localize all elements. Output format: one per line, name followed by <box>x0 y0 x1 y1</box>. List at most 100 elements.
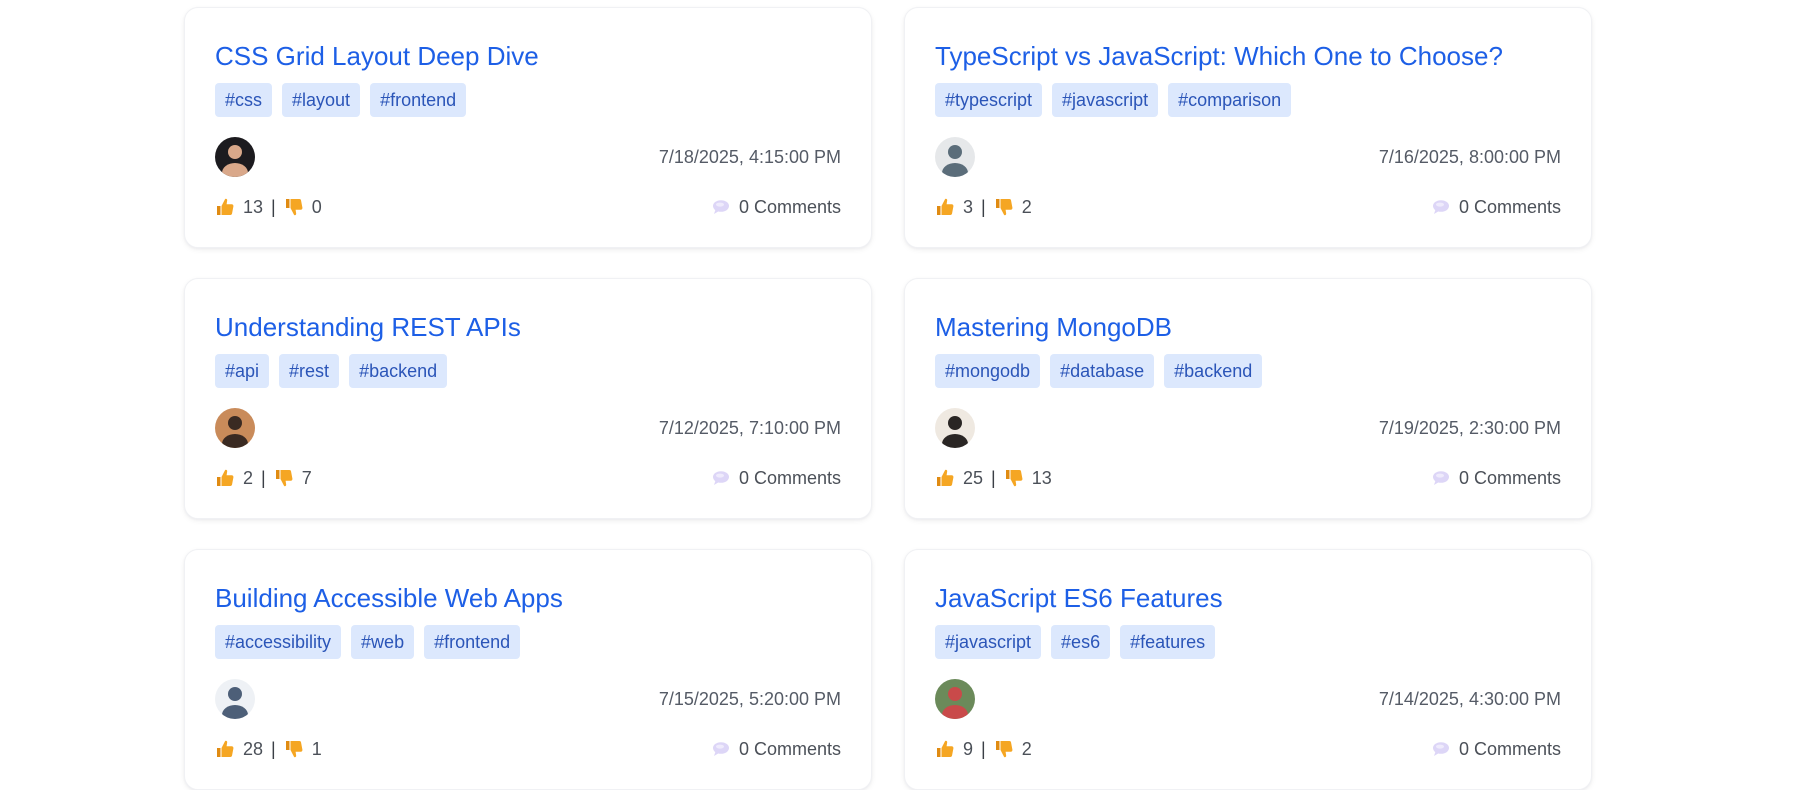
post-date: 7/16/2025, 8:00:00 PM <box>1378 146 1561 167</box>
tag[interactable]: #javascript <box>935 625 1042 659</box>
vote-separator: | <box>261 467 266 488</box>
author-avatar[interactable] <box>935 137 975 177</box>
thumbs-up-icon <box>215 197 235 217</box>
post-title[interactable]: JavaScript ES6 Features <box>935 582 1561 614</box>
comment-count: 0 Comments <box>1458 738 1561 759</box>
post-title[interactable]: CSS Grid Layout Deep Dive <box>215 40 841 72</box>
post-card: TypeScript vs JavaScript: Which One to C… <box>904 7 1592 248</box>
like-button[interactable]: 2 <box>215 468 253 489</box>
dislike-count: 0 <box>311 196 322 217</box>
tag[interactable]: #css <box>215 83 273 117</box>
post-stats: 28 | 1 0 Comments <box>215 734 841 764</box>
like-button[interactable]: 9 <box>935 739 973 760</box>
comment-count: 0 Comments <box>738 738 841 759</box>
tag[interactable]: #es6 <box>1051 625 1111 659</box>
comments-link[interactable]: 0 Comments <box>1431 197 1561 218</box>
post-card: Mastering MongoDB #mongodb #database #back… <box>904 278 1592 519</box>
post-stats: 13 | 0 0 Comments <box>215 192 841 222</box>
dislike-button[interactable]: 13 <box>1004 468 1052 489</box>
vote-separator: | <box>271 738 276 759</box>
post-meta: 7/15/2025, 5:20:00 PM <box>215 679 841 719</box>
thumbs-up-icon <box>935 468 955 488</box>
tag[interactable]: #database <box>1050 354 1155 388</box>
thumbs-down-icon <box>994 197 1014 217</box>
vote-group: 9 | 2 <box>935 739 1032 760</box>
vote-group: 25 | 13 <box>935 468 1052 489</box>
tag[interactable]: #backend <box>349 354 448 388</box>
comments-link[interactable]: 0 Comments <box>1431 468 1561 489</box>
vote-group: 2 | 7 <box>215 468 312 489</box>
speech-bubble-icon <box>711 468 731 488</box>
tag[interactable]: #accessibility <box>215 625 342 659</box>
author-avatar[interactable] <box>935 679 975 719</box>
thumbs-up-icon <box>215 739 235 759</box>
author-avatar[interactable] <box>935 408 975 448</box>
vote-separator: | <box>981 196 986 217</box>
comments-link[interactable]: 0 Comments <box>711 197 841 218</box>
author-avatar[interactable] <box>215 408 255 448</box>
vote-group: 3 | 2 <box>935 197 1032 218</box>
tag-list: #typescript #javascript #comparison <box>935 83 1561 117</box>
like-button[interactable]: 25 <box>935 468 983 489</box>
dislike-button[interactable]: 2 <box>994 197 1032 218</box>
post-title[interactable]: Understanding REST APIs <box>215 311 841 343</box>
tag[interactable]: #frontend <box>370 83 467 117</box>
thumbs-up-icon <box>215 468 235 488</box>
dislike-count: 1 <box>311 738 322 759</box>
dislike-count: 13 <box>1031 467 1052 488</box>
post-meta: 7/19/2025, 2:30:00 PM <box>935 408 1561 448</box>
thumbs-down-icon <box>994 739 1014 759</box>
like-button[interactable]: 13 <box>215 197 263 218</box>
like-count: 28 <box>243 738 264 759</box>
tag[interactable]: #backend <box>1164 354 1263 388</box>
post-card: CSS Grid Layout Deep Dive #css #layout #fr… <box>184 7 872 248</box>
post-date: 7/14/2025, 4:30:00 PM <box>1378 688 1561 709</box>
speech-bubble-icon <box>1431 197 1451 217</box>
post-date: 7/15/2025, 5:20:00 PM <box>658 688 841 709</box>
post-date: 7/12/2025, 7:10:00 PM <box>658 417 841 438</box>
post-meta: 7/14/2025, 4:30:00 PM <box>935 679 1561 719</box>
comments-link[interactable]: 0 Comments <box>1431 739 1561 760</box>
thumbs-up-icon <box>935 197 955 217</box>
dislike-button[interactable]: 7 <box>274 468 312 489</box>
vote-group: 28 | 1 <box>215 739 322 760</box>
post-title[interactable]: Building Accessible Web Apps <box>215 582 841 614</box>
tag[interactable]: #javascript <box>1052 83 1159 117</box>
dislike-button[interactable]: 1 <box>284 739 322 760</box>
post-date: 7/18/2025, 4:15:00 PM <box>658 146 841 167</box>
post-title[interactable]: TypeScript vs JavaScript: Which One to C… <box>935 40 1561 72</box>
post-stats: 3 | 2 0 Comments <box>935 192 1561 222</box>
post-title[interactable]: Mastering MongoDB <box>935 311 1561 343</box>
tag[interactable]: #web <box>351 625 415 659</box>
tag[interactable]: #comparison <box>1168 83 1292 117</box>
thumbs-down-icon <box>284 197 304 217</box>
tag[interactable]: #features <box>1120 625 1216 659</box>
tag[interactable]: #rest <box>279 354 340 388</box>
comments-link[interactable]: 0 Comments <box>711 739 841 760</box>
post-meta: 7/16/2025, 8:00:00 PM <box>935 137 1561 177</box>
tag[interactable]: #mongodb <box>935 354 1041 388</box>
vote-separator: | <box>271 196 276 217</box>
thumbs-down-icon <box>284 739 304 759</box>
comments-link[interactable]: 0 Comments <box>711 468 841 489</box>
like-count: 2 <box>243 467 254 488</box>
like-button[interactable]: 28 <box>215 739 263 760</box>
dislike-count: 7 <box>301 467 312 488</box>
tag[interactable]: #frontend <box>424 625 521 659</box>
vote-group: 13 | 0 <box>215 197 322 218</box>
tag[interactable]: #layout <box>282 83 361 117</box>
tag-list: #api #rest #backend <box>215 354 841 388</box>
tag[interactable]: #api <box>215 354 270 388</box>
speech-bubble-icon <box>711 197 731 217</box>
dislike-button[interactable]: 2 <box>994 739 1032 760</box>
author-avatar[interactable] <box>215 137 255 177</box>
like-button[interactable]: 3 <box>935 197 973 218</box>
author-avatar[interactable] <box>215 679 255 719</box>
speech-bubble-icon <box>711 739 731 759</box>
dislike-button[interactable]: 0 <box>284 197 322 218</box>
thumbs-down-icon <box>1004 468 1024 488</box>
tag-list: #accessibility #web #frontend <box>215 625 841 659</box>
post-meta: 7/18/2025, 4:15:00 PM <box>215 137 841 177</box>
post-stats: 2 | 7 0 Comments <box>215 463 841 493</box>
tag[interactable]: #typescript <box>935 83 1043 117</box>
